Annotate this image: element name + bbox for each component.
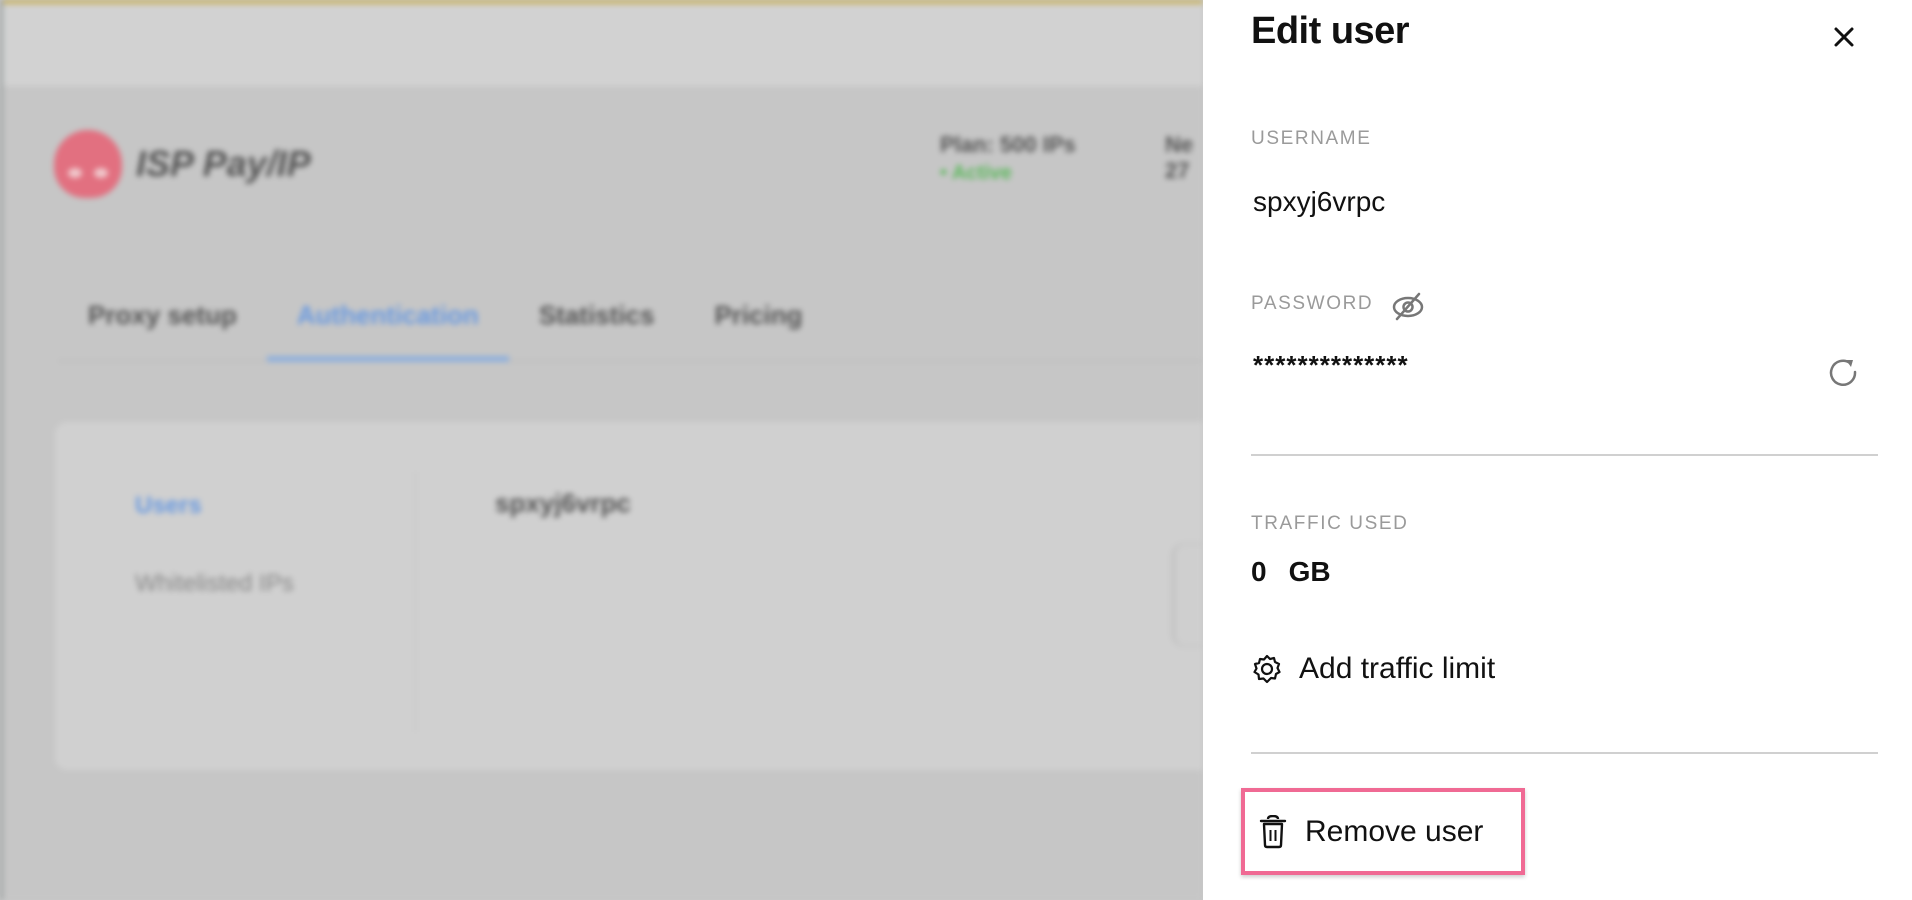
top-bar [0,4,1203,86]
auth-nav-whitelisted-ips[interactable]: Whitelisted IPs [135,570,294,598]
user-list-item[interactable]: spxyj6vrpc [495,488,631,519]
eye-off-icon [1392,292,1424,321]
background-page: ISP Pay/IP Plan: 500 IPs • Active Ne 27 … [0,0,1203,900]
traffic-used-value: 0 GB [1251,556,1331,588]
tab-proxy-setup[interactable]: Proxy setup [58,290,267,360]
remove-user-label: Remove user [1305,814,1484,848]
next-billing-info: Ne 27 [1165,132,1193,185]
auth-card: Users Whitelisted IPs spxyj6vrpc [55,422,1203,770]
floating-panel-edge [1175,545,1203,645]
add-traffic-limit-label: Add traffic limit [1299,652,1496,685]
brand-logo-icon [54,130,122,198]
next-billing-value: 27 [1165,158,1190,184]
brand-name: ISP Pay/IP [136,143,311,184]
next-billing-label: Ne [1165,132,1194,157]
plan-label: Plan: 500 IPs [940,132,1076,157]
traffic-used-label: TRAFFIC USED [1251,513,1409,534]
close-icon [1834,27,1854,47]
traffic-unit: GB [1288,556,1331,587]
section-divider [1251,454,1878,456]
section-divider [1251,752,1878,754]
username-label: USERNAME [1251,128,1372,149]
plan-status-badge: • Active [940,162,1012,184]
toggle-password-visibility-button[interactable] [1390,290,1426,322]
regenerate-password-button[interactable] [1826,355,1860,389]
main-tabs: Proxy setup Authentication Statistics Pr… [58,290,1203,362]
tab-pricing[interactable]: Pricing [684,290,832,360]
drawer-title: Edit user [1251,10,1410,52]
auth-side-nav: Users Whitelisted IPs [135,492,294,648]
username-value: spxyj6vrpc [1253,186,1386,217]
remove-user-button[interactable]: Remove user [1241,788,1525,875]
close-button[interactable] [1830,20,1858,54]
edit-user-drawer: Edit user USERNAME spxyj6vrpc PASSWORD *… [1203,0,1912,900]
window-edge [0,0,3,900]
plan-info: Plan: 500 IPs • Active [940,132,1076,185]
add-traffic-limit-button[interactable]: Add traffic limit [1251,652,1495,686]
tab-authentication[interactable]: Authentication [266,290,509,362]
brand-logo: ISP Pay/IP [54,130,311,198]
tab-statistics[interactable]: Statistics [509,290,685,360]
card-divider [415,472,416,732]
auth-nav-users[interactable]: Users [135,492,294,520]
gear-icon [1253,654,1281,684]
refresh-icon [1829,359,1857,387]
trash-icon [1259,814,1287,848]
password-label: PASSWORD [1251,293,1374,314]
traffic-amount: 0 [1251,556,1267,587]
password-value: ************** [1253,350,1409,380]
